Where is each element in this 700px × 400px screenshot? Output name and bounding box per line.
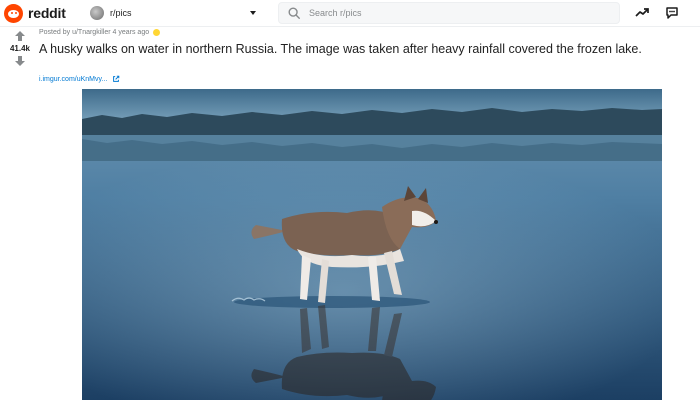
chat-icon[interactable] [664, 5, 680, 21]
chevron-down-icon [250, 11, 256, 15]
post-link[interactable]: i.imgur.com/uKnMvy... [39, 75, 120, 83]
community-avatar-icon [90, 6, 104, 20]
post-meta-text: Posted by u/Tnargkiller 4 years ago [39, 29, 150, 36]
vote-column: 41.4k [0, 27, 40, 400]
search-bar[interactable] [278, 2, 620, 24]
upvote-arrow-icon[interactable] [14, 30, 26, 42]
reddit-alien-icon [4, 3, 23, 23]
external-link-icon [113, 75, 120, 82]
logo-text: reddit [28, 5, 66, 21]
husky-on-frozen-lake-photo [82, 89, 662, 400]
post-title[interactable]: A husky walks on water in northern Russi… [39, 41, 684, 57]
reddit-logo[interactable]: reddit [4, 3, 66, 23]
community-switcher[interactable]: r/pics [88, 3, 260, 23]
downvote-arrow-icon[interactable] [14, 55, 26, 67]
search-icon [288, 7, 300, 19]
post-meta: Posted by u/Tnargkiller 4 years ago [39, 29, 161, 36]
post-link-text[interactable]: i.imgur.com/uKnMvy... [39, 76, 107, 83]
top-bar: reddit r/pics [0, 0, 700, 27]
search-input[interactable] [307, 7, 611, 19]
post-card[interactable]: 41.4k Posted by u/Tnargkiller 4 years ag… [0, 27, 700, 400]
post-image[interactable] [82, 89, 662, 400]
community-name: r/pics [110, 8, 132, 18]
popular-icon[interactable] [634, 5, 650, 21]
award-icon [153, 29, 161, 36]
vote-score: 41.4k [9, 44, 31, 53]
